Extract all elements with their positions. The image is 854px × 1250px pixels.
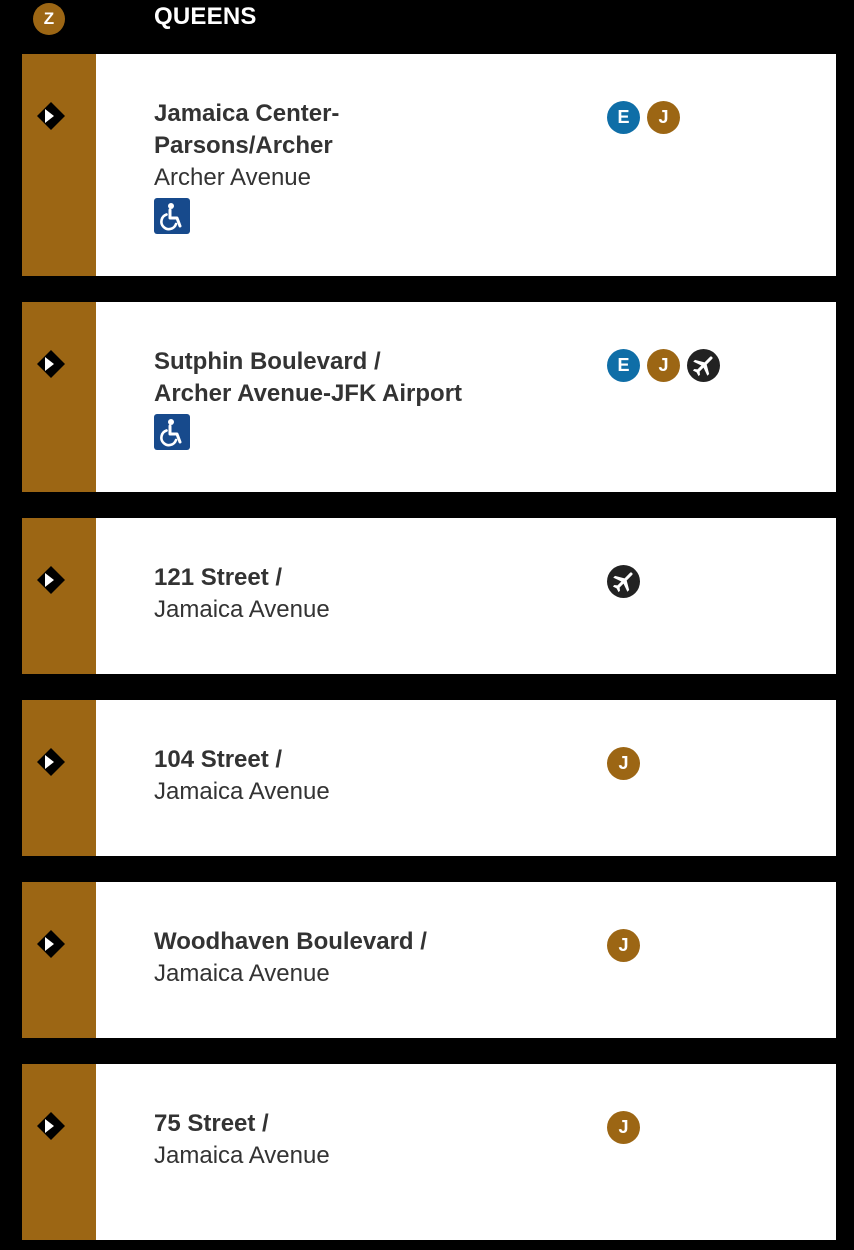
stop-marker-icon: [36, 101, 66, 131]
station-street: Jamaica Avenue: [154, 960, 330, 987]
airport-icon[interactable]: [607, 565, 640, 598]
station-info: 121 Street / Jamaica Avenue: [154, 562, 584, 626]
stop-marker-icon: [36, 565, 66, 595]
station-card[interactable]: 121 Street / Jamaica Avenue: [22, 518, 836, 674]
station-name[interactable]: Woodhaven Boulevard /: [154, 926, 584, 958]
connecting-routes: J: [607, 747, 640, 780]
line-color-strip: [22, 1064, 96, 1240]
connecting-routes: J: [607, 929, 640, 962]
station-info: 75 Street / Jamaica Avenue: [154, 1108, 584, 1172]
route-bullet-j[interactable]: J: [607, 1111, 640, 1144]
station-name[interactable]: 75 Street /: [154, 1108, 584, 1140]
line-color-strip: [22, 302, 96, 492]
z-line-bullet: Z: [33, 3, 65, 35]
station-name[interactable]: 104 Street /: [154, 744, 584, 776]
stop-marker-icon: [36, 747, 66, 777]
route-bullet-e[interactable]: E: [607, 101, 640, 134]
line-color-strip: [22, 54, 96, 276]
station-card[interactable]: Sutphin Boulevard / Archer Avenue-JFK Ai…: [22, 302, 836, 492]
connecting-routes: [607, 565, 640, 598]
route-bullet-j[interactable]: J: [647, 101, 680, 134]
route-bullet-j[interactable]: J: [607, 747, 640, 780]
station-card[interactable]: Woodhaven Boulevard / Jamaica Avenue J: [22, 882, 836, 1038]
connecting-routes: EJ: [607, 349, 720, 382]
station-card[interactable]: 104 Street / Jamaica Avenue J: [22, 700, 836, 856]
station-name[interactable]: Sutphin Boulevard / Archer Avenue-JFK Ai…: [154, 346, 584, 410]
line-color-strip: [22, 518, 96, 674]
station-info: 104 Street / Jamaica Avenue: [154, 744, 584, 808]
station-street: Jamaica Avenue: [154, 596, 330, 623]
station-name[interactable]: 121 Street /: [154, 562, 584, 594]
station-info: Jamaica Center- Parsons/Archer Archer Ave…: [154, 98, 584, 234]
station-street: Jamaica Avenue: [154, 778, 330, 805]
station-card[interactable]: Jamaica Center- Parsons/Archer Archer Ave…: [22, 54, 836, 276]
borough-title: QUEENS: [154, 3, 257, 30]
stop-marker-icon: [36, 349, 66, 379]
station-info: Woodhaven Boulevard / Jamaica Avenue: [154, 926, 584, 990]
accessible-icon: [154, 414, 190, 450]
stop-marker-icon: [36, 929, 66, 959]
route-bullet-e[interactable]: E: [607, 349, 640, 382]
connecting-routes: J: [607, 1111, 640, 1144]
borough-header: Z QUEENS: [0, 0, 854, 54]
airport-icon[interactable]: [687, 349, 720, 382]
line-color-strip: [22, 700, 96, 856]
connecting-routes: EJ: [607, 101, 680, 134]
station-name[interactable]: Jamaica Center- Parsons/Archer: [154, 98, 584, 162]
line-color-strip: [22, 882, 96, 1038]
accessible-icon: [154, 198, 190, 234]
route-bullet-j[interactable]: J: [607, 929, 640, 962]
station-street: Jamaica Avenue: [154, 1142, 330, 1169]
station-street: Archer Avenue: [154, 164, 311, 191]
stop-marker-icon: [36, 1111, 66, 1141]
station-info: Sutphin Boulevard / Archer Avenue-JFK Ai…: [154, 346, 584, 450]
station-card[interactable]: 75 Street / Jamaica Avenue J: [22, 1064, 836, 1240]
route-bullet-j[interactable]: J: [647, 349, 680, 382]
